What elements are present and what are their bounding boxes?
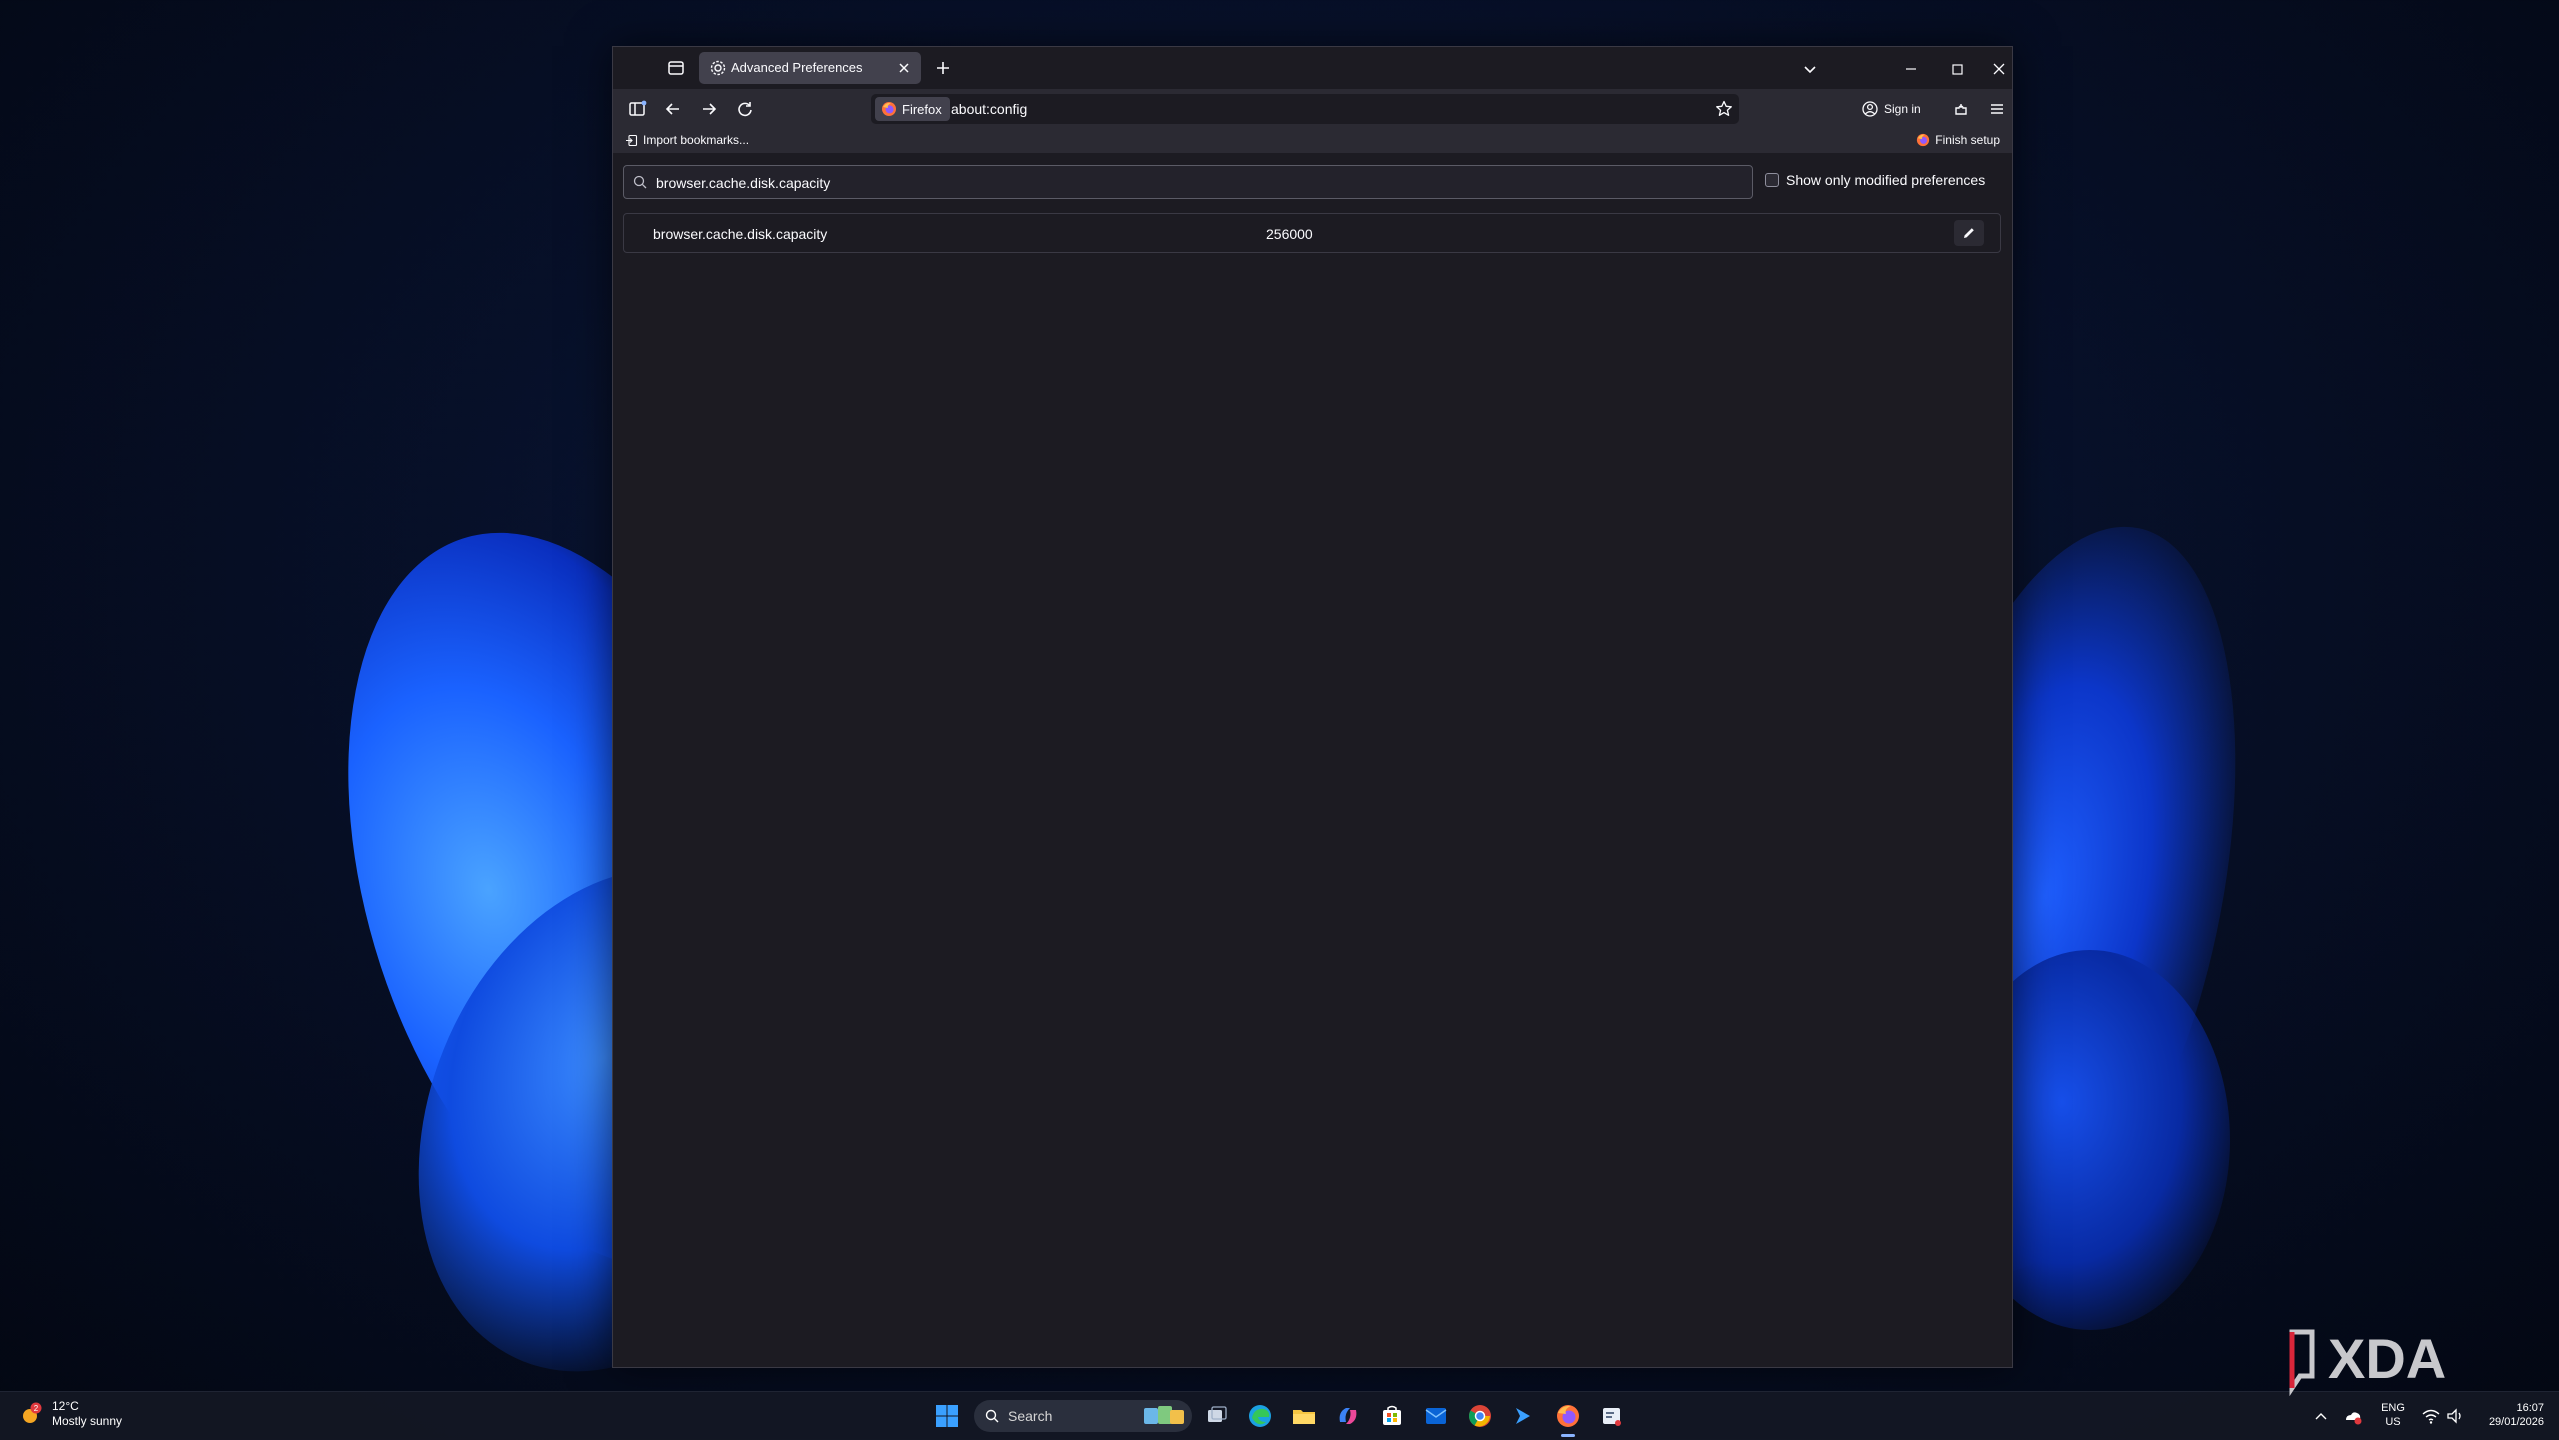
taskbar-search-box[interactable]: Search [974,1400,1192,1432]
import-bookmarks-button[interactable]: Import bookmarks... [625,133,749,147]
tab-title: Advanced Preferences [731,60,863,75]
show-modified-toggle[interactable]: Show only modified preferences [1765,172,1985,188]
identity-box[interactable]: Firefox [875,97,950,121]
import-bookmarks-label: Import bookmarks... [643,133,750,147]
identity-label: Firefox [902,101,942,117]
volume-icon[interactable] [2444,1402,2466,1430]
search-highlight-icon [1144,1406,1184,1424]
clock-date: 29/01/2026 [2488,1416,2544,1428]
gear-icon [710,60,726,76]
tab-advanced-preferences[interactable]: Advanced Preferences [699,52,921,84]
clock-time: 16:07 [2516,1402,2544,1414]
wifi-icon[interactable] [2420,1402,2442,1430]
preference-row[interactable]: browser.cache.disk.capacity 256000 [623,213,2001,253]
microsoft-store-icon[interactable] [1378,1402,1406,1430]
edit-preference-button[interactable] [1954,220,1984,246]
forward-arrow-icon[interactable] [697,97,721,121]
show-modified-label: Show only modified preferences [1786,172,1986,188]
edge-icon[interactable] [1246,1402,1274,1430]
windows-start-icon[interactable] [933,1402,961,1430]
language-secondary: US [2385,1416,2401,1428]
sidebar-toggle-icon[interactable] [625,97,649,121]
weather-sun-icon: 2 [23,1402,42,1423]
firefox-logo-icon [1917,133,1930,147]
close-tab-icon[interactable] [895,59,913,77]
language-primary: ENG [2381,1402,2405,1414]
reload-icon[interactable] [733,97,757,121]
sign-in-label: Sign in [1884,102,1921,116]
input-language-indicator[interactable]: ENG US [2378,1401,2408,1429]
file-explorer-icon[interactable] [1290,1402,1318,1430]
tab-bar: Advanced Preferences [613,47,2012,89]
navigation-toolbar: Firefox about:config Sign in [613,89,2012,129]
list-all-tabs-chevron-icon[interactable] [1798,57,1822,81]
firefox-view-icon [668,61,684,75]
weather-condition: Mostly sunny [52,1414,123,1428]
preference-search-input[interactable]: browser.cache.disk.capacity [623,165,1753,199]
taskbar-search-label: Search [1008,1408,1053,1424]
copilot-icon[interactable] [1334,1402,1362,1430]
show-modified-checkbox[interactable] [1765,173,1779,187]
account-icon [1862,101,1878,117]
onedrive-status-icon[interactable] [2342,1402,2364,1430]
bookmarks-toolbar: Import bookmarks... Finish setup [613,129,2012,153]
bookmark-star-icon[interactable] [1713,98,1735,120]
extensions-puzzle-icon[interactable] [1949,97,1973,121]
finish-setup-label: Finish setup [1935,133,2000,147]
hamburger-menu-icon[interactable] [1985,97,2009,121]
preference-name: browser.cache.disk.capacity [653,226,828,242]
show-hidden-icons-chevron-icon[interactable] [2312,1402,2330,1430]
search-value: browser.cache.disk.capacity [656,175,831,191]
new-tab-icon[interactable] [933,58,953,78]
taskbar: 2 12°C Mostly sunny Search ENG US 16:07 … [0,1391,2559,1440]
minimize-icon[interactable] [1899,57,1923,81]
search-icon [985,1409,999,1423]
xda-watermark-logo: XDA [2289,1327,2446,1396]
about-config-page: browser.cache.disk.capacity Show only mo… [613,153,2012,1367]
url-text[interactable]: about:config [951,101,1027,117]
firefox-logo-icon [882,102,896,116]
terminal-icon[interactable] [1510,1402,1538,1430]
snipping-tool-icon[interactable] [1598,1402,1626,1430]
firefox-view-button[interactable] [665,57,687,79]
maximize-icon[interactable] [1945,57,1969,81]
search-icon [633,175,647,189]
firefox-active-indicator [1561,1434,1575,1437]
weather-badge: 2 [34,1404,39,1413]
chrome-icon[interactable] [1466,1402,1494,1430]
sign-in-button[interactable]: Sign in [1861,95,1921,123]
clock[interactable]: 16:07 29/01/2026 [2474,1401,2544,1429]
firefox-window: Advanced Preferences Firefox about:confi… [612,46,2013,1368]
preference-value: 256000 [1266,226,1313,242]
task-view-icon[interactable] [1203,1402,1231,1430]
xda-watermark-text: XDA [2328,1327,2446,1390]
back-arrow-icon[interactable] [661,97,685,121]
address-bar[interactable]: Firefox about:config [871,94,1739,124]
import-icon [626,134,638,146]
pencil-icon [1964,228,1974,238]
close-window-icon[interactable] [1987,57,2011,81]
finish-setup-button[interactable]: Finish setup [1916,133,2000,147]
firefox-icon[interactable] [1554,1402,1582,1430]
outlook-icon[interactable] [1422,1402,1450,1430]
weather-widget[interactable]: 2 12°C Mostly sunny [18,1399,122,1429]
weather-temperature: 12°C [52,1399,79,1413]
